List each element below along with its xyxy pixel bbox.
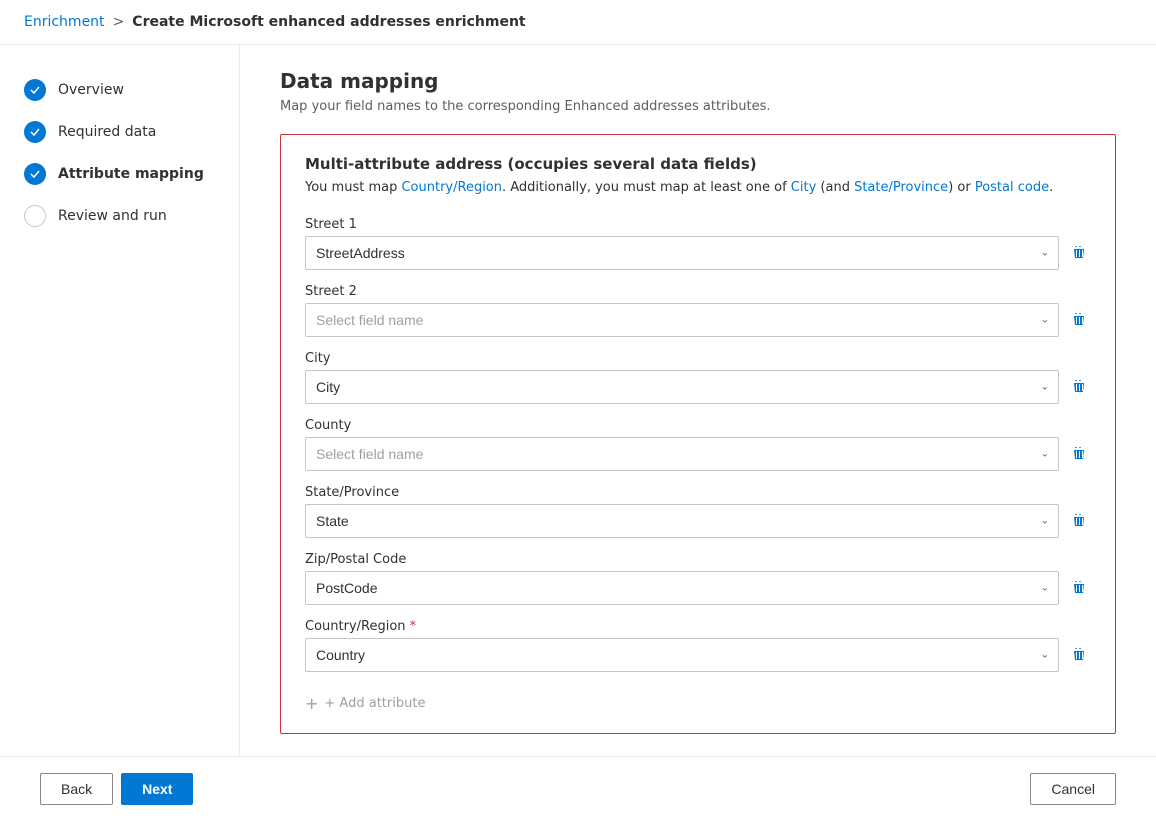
select-wrapper-zip-postal: PostCode⌄ bbox=[305, 571, 1059, 605]
step-label-attribute-mapping: Attribute mapping bbox=[58, 166, 204, 182]
step-circle-overview bbox=[24, 79, 46, 101]
delete-button-county[interactable] bbox=[1067, 442, 1091, 466]
field-row-country-region: Country/Region * Country⌄ bbox=[305, 619, 1091, 672]
step-circle-attribute-mapping bbox=[24, 163, 46, 185]
main-content: Data mapping Map your field names to the… bbox=[240, 45, 1156, 817]
footer: Back Next Cancel bbox=[0, 756, 1156, 821]
select-wrapper-county: Select field name⌄ bbox=[305, 437, 1059, 471]
select-wrapper-state-province: State⌄ bbox=[305, 504, 1059, 538]
field-label-zip-postal: Zip/Postal Code bbox=[305, 552, 1091, 567]
select-wrapper-city: City⌄ bbox=[305, 370, 1059, 404]
page-subtitle: Map your field names to the correspondin… bbox=[280, 99, 1116, 114]
mapping-card: Multi-attribute address (occupies severa… bbox=[280, 134, 1116, 734]
card-description: You must map Country/Region. Additionall… bbox=[305, 179, 1091, 197]
select-county[interactable]: Select field name bbox=[305, 437, 1059, 471]
sidebar-item-attribute-mapping[interactable]: Attribute mapping bbox=[0, 153, 239, 195]
delete-button-zip-postal[interactable] bbox=[1067, 576, 1091, 600]
page-layout: Overview Required data Attribute mapping Re… bbox=[0, 45, 1156, 817]
plus-icon: + bbox=[305, 694, 318, 713]
select-street1[interactable]: StreetAddress bbox=[305, 236, 1059, 270]
field-row-county: County Select field name⌄ bbox=[305, 418, 1091, 471]
field-row-state-province: State/Province State⌄ bbox=[305, 485, 1091, 538]
breadcrumb: Enrichment > Create Microsoft enhanced a… bbox=[0, 0, 1156, 45]
delete-button-street1[interactable] bbox=[1067, 241, 1091, 265]
footer-left: Back Next bbox=[40, 773, 193, 805]
cancel-button[interactable]: Cancel bbox=[1030, 773, 1116, 805]
step-label-required-data: Required data bbox=[58, 124, 156, 140]
field-label-country-region: Country/Region * bbox=[305, 619, 1091, 634]
step-label-overview: Overview bbox=[58, 82, 124, 98]
back-button[interactable]: Back bbox=[40, 773, 113, 805]
field-input-row-country-region: Country⌄ bbox=[305, 638, 1091, 672]
field-input-row-city: City⌄ bbox=[305, 370, 1091, 404]
select-state-province[interactable]: State bbox=[305, 504, 1059, 538]
select-country-region[interactable]: Country bbox=[305, 638, 1059, 672]
add-attribute-button: + + Add attribute bbox=[305, 686, 1091, 717]
next-button[interactable]: Next bbox=[121, 773, 193, 805]
field-label-city: City bbox=[305, 351, 1091, 366]
step-label-review-and-run: Review and run bbox=[58, 208, 167, 224]
select-wrapper-street1: StreetAddress⌄ bbox=[305, 236, 1059, 270]
card-title: Multi-attribute address (occupies severa… bbox=[305, 155, 1091, 173]
sidebar-item-overview[interactable]: Overview bbox=[0, 69, 239, 111]
field-input-row-street2: Select field name⌄ bbox=[305, 303, 1091, 337]
page-title: Data mapping bbox=[280, 69, 1116, 93]
breadcrumb-current: Create Microsoft enhanced addresses enri… bbox=[132, 14, 525, 30]
field-row-street1: Street 1 StreetAddress⌄ bbox=[305, 217, 1091, 270]
field-input-row-state-province: State⌄ bbox=[305, 504, 1091, 538]
delete-button-street2[interactable] bbox=[1067, 308, 1091, 332]
step-circle-required-data bbox=[24, 121, 46, 143]
sidebar-item-review-and-run: Review and run bbox=[0, 195, 239, 237]
breadcrumb-link[interactable]: Enrichment bbox=[24, 14, 105, 30]
sidebar: Overview Required data Attribute mapping Re… bbox=[0, 45, 240, 817]
delete-button-country-region[interactable] bbox=[1067, 643, 1091, 667]
field-input-row-street1: StreetAddress⌄ bbox=[305, 236, 1091, 270]
field-row-city: CityCity⌄ bbox=[305, 351, 1091, 404]
field-row-zip-postal: Zip/Postal Code PostCode⌄ bbox=[305, 552, 1091, 605]
delete-button-state-province[interactable] bbox=[1067, 509, 1091, 533]
select-wrapper-street2: Select field name⌄ bbox=[305, 303, 1059, 337]
field-input-row-county: Select field name⌄ bbox=[305, 437, 1091, 471]
field-input-row-zip-postal: PostCode⌄ bbox=[305, 571, 1091, 605]
select-wrapper-country-region: Country⌄ bbox=[305, 638, 1059, 672]
step-circle-review-and-run bbox=[24, 205, 46, 227]
select-city[interactable]: City bbox=[305, 370, 1059, 404]
breadcrumb-separator: > bbox=[113, 14, 125, 30]
sidebar-item-required-data[interactable]: Required data bbox=[0, 111, 239, 153]
field-row-street2: Street 2 Select field name⌄ bbox=[305, 284, 1091, 337]
add-attribute-label: + Add attribute bbox=[324, 696, 425, 711]
field-label-street2: Street 2 bbox=[305, 284, 1091, 299]
delete-button-city[interactable] bbox=[1067, 375, 1091, 399]
field-label-county: County bbox=[305, 418, 1091, 433]
field-label-street1: Street 1 bbox=[305, 217, 1091, 232]
select-street2[interactable]: Select field name bbox=[305, 303, 1059, 337]
field-label-state-province: State/Province bbox=[305, 485, 1091, 500]
select-zip-postal[interactable]: PostCode bbox=[305, 571, 1059, 605]
